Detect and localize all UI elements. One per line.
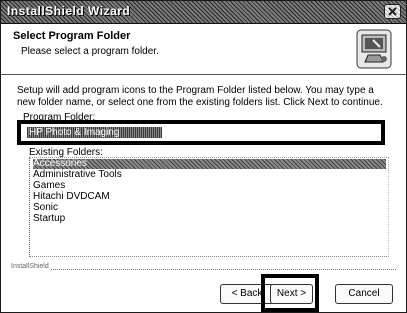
list-item[interactable]: Administrative Tools [33,170,386,180]
close-button[interactable] [384,4,401,19]
title-bar[interactable]: InstallShield Wizard [1,1,406,24]
list-item[interactable]: Sonic [33,203,386,213]
list-item[interactable]: Accessories [33,159,386,169]
list-item[interactable]: Hitachi DVDCAM [33,192,386,202]
installshield-wizard-window: InstallShield Wizard Select Program Fold… [0,0,407,313]
cancel-button[interactable]: Cancel [335,284,393,304]
program-folder-input[interactable] [27,127,162,138]
program-folder-field-highlight [17,120,385,145]
installshield-brand: InstallShield [11,263,51,270]
instructions-text: Setup will add program icons to the Prog… [17,85,383,108]
existing-folders-list[interactable]: Accessories Administrative Tools Games H… [29,157,389,257]
page-title: Select Program Folder [13,30,131,42]
window-title: InstallShield Wizard [7,4,131,18]
page-subtitle: Please select a program folder. [21,46,159,57]
footer-divider [11,269,396,270]
wizard-computer-icon [356,29,392,69]
list-item[interactable]: Games [33,181,386,191]
close-icon [388,7,397,16]
next-button[interactable]: Next > [270,284,313,304]
list-item[interactable]: Startup [33,214,386,224]
wizard-header: Select Program Folder Please select a pr… [1,24,406,75]
